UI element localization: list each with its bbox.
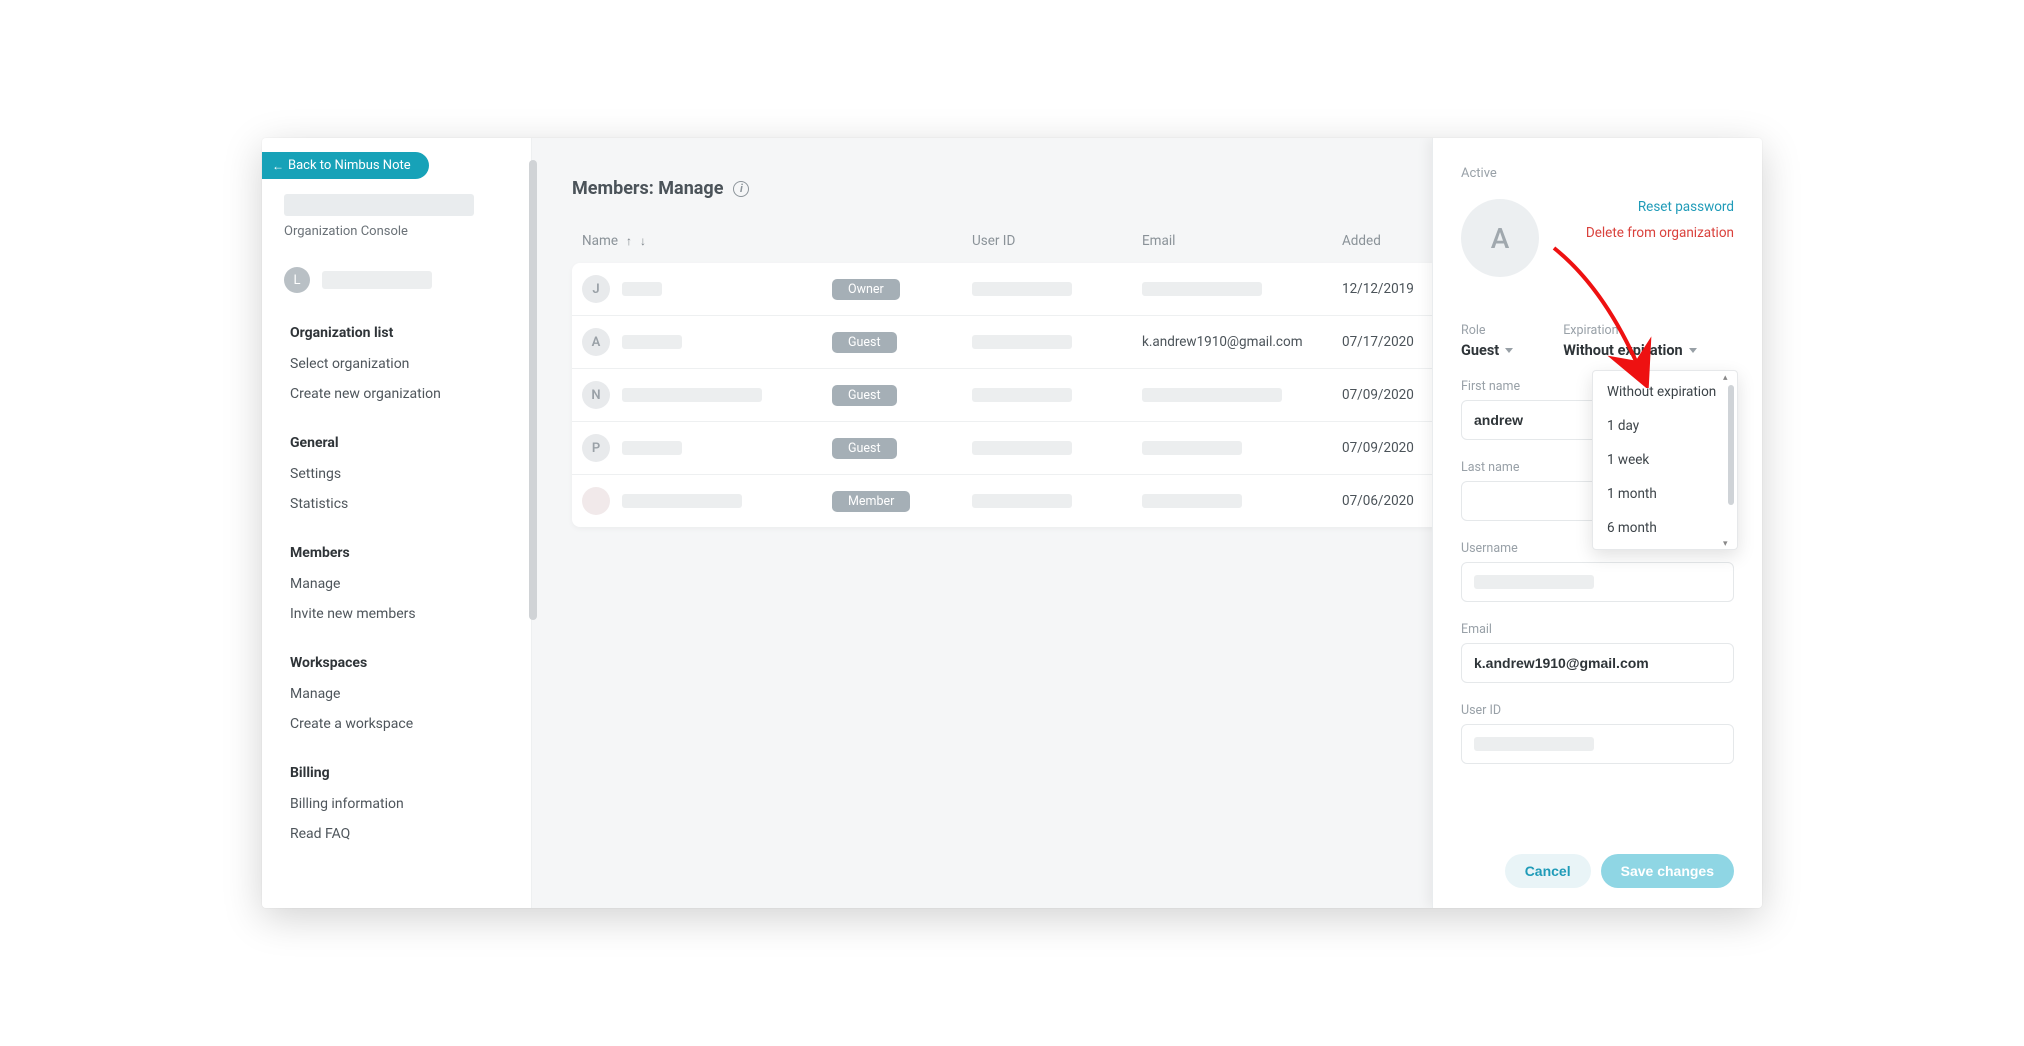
delete-from-org-link[interactable]: Delete from organization bbox=[1586, 225, 1734, 241]
nav-statistics[interactable]: Statistics bbox=[262, 489, 531, 519]
userid-placeholder bbox=[1474, 737, 1594, 751]
role-label: Role bbox=[1461, 323, 1513, 338]
info-icon[interactable]: i bbox=[733, 181, 749, 197]
role-dropdown[interactable]: Guest bbox=[1461, 342, 1513, 359]
expiration-label: Expiration bbox=[1563, 323, 1696, 338]
col-name[interactable]: Name bbox=[582, 233, 618, 249]
row-name-placeholder bbox=[622, 494, 742, 508]
userid-label: User ID bbox=[1461, 703, 1734, 718]
expiration-menu: ▴ Without expiration 1 day 1 week 1 mont… bbox=[1592, 370, 1738, 550]
exp-option-6month[interactable]: 6 month bbox=[1593, 511, 1737, 545]
role-badge: Guest bbox=[832, 438, 897, 459]
org-logo-placeholder bbox=[284, 194, 474, 216]
row-email-placeholder bbox=[1142, 388, 1282, 402]
chevron-down-icon bbox=[1689, 348, 1697, 353]
org-subtitle: Organization Console bbox=[284, 224, 509, 239]
sort-asc-icon[interactable]: ↑ bbox=[626, 234, 632, 248]
back-to-nimbus-button[interactable]: ← Back to Nimbus Note bbox=[262, 152, 429, 179]
role-badge: Member bbox=[832, 491, 910, 512]
username-input[interactable] bbox=[1461, 562, 1734, 602]
org-block: Organization Console bbox=[262, 188, 531, 249]
row-avatar: J bbox=[582, 275, 610, 303]
back-label: Back to Nimbus Note bbox=[288, 158, 411, 173]
row-name-placeholder bbox=[622, 282, 662, 296]
current-user-avatar: L bbox=[284, 267, 310, 293]
exp-option-1week[interactable]: 1 week bbox=[1593, 443, 1737, 477]
row-avatar: P bbox=[582, 434, 610, 462]
group-title-members: Members bbox=[262, 537, 531, 569]
nav-billing-info[interactable]: Billing information bbox=[262, 789, 531, 819]
nav-settings[interactable]: Settings bbox=[262, 459, 531, 489]
email-label: Email bbox=[1461, 622, 1734, 637]
sort-desc-icon[interactable]: ↓ bbox=[640, 234, 646, 248]
row-userid-placeholder bbox=[972, 388, 1072, 402]
menu-scrollbar[interactable] bbox=[1728, 385, 1734, 505]
row-userid-placeholder bbox=[972, 441, 1072, 455]
exp-option-without[interactable]: Without expiration bbox=[1593, 375, 1737, 409]
scroll-up-icon[interactable]: ▴ bbox=[1723, 373, 1733, 381]
save-changes-button[interactable]: Save changes bbox=[1601, 854, 1734, 888]
row-userid-placeholder bbox=[972, 335, 1072, 349]
app-window: ← Back to Nimbus Note Organization Conso… bbox=[262, 138, 1762, 908]
sidebar: Organization Console L Organization list… bbox=[262, 138, 532, 908]
username-placeholder bbox=[1474, 575, 1594, 589]
expiration-dropdown[interactable]: Without expiration bbox=[1563, 342, 1696, 359]
row-name-placeholder bbox=[622, 335, 682, 349]
exp-option-1day[interactable]: 1 day bbox=[1593, 409, 1737, 443]
group-title-workspaces: Workspaces bbox=[262, 647, 531, 679]
row-email: k.andrew1910@gmail.com bbox=[1142, 334, 1332, 350]
role-value: Guest bbox=[1461, 342, 1499, 359]
row-name-placeholder bbox=[622, 441, 682, 455]
expiration-value: Without expiration bbox=[1563, 342, 1682, 359]
row-email-placeholder bbox=[1142, 282, 1262, 296]
role-badge: Owner bbox=[832, 279, 900, 300]
userid-input[interactable] bbox=[1461, 724, 1734, 764]
nav-select-organization[interactable]: Select organization bbox=[262, 349, 531, 379]
exp-option-1month[interactable]: 1 month bbox=[1593, 477, 1737, 511]
row-email-placeholder bbox=[1142, 441, 1242, 455]
nav-members-manage[interactable]: Manage bbox=[262, 569, 531, 599]
role-badge: Guest bbox=[832, 385, 897, 406]
row-email-placeholder bbox=[1142, 494, 1242, 508]
group-title-org-list: Organization list bbox=[262, 317, 531, 349]
panel-avatar: A bbox=[1461, 199, 1539, 277]
col-email[interactable]: Email bbox=[1142, 233, 1332, 249]
row-avatar: A bbox=[582, 328, 610, 356]
cancel-button[interactable]: Cancel bbox=[1505, 854, 1591, 888]
panel-status: Active bbox=[1461, 166, 1734, 181]
current-user-row[interactable]: L bbox=[262, 249, 531, 299]
nav-workspaces-manage[interactable]: Manage bbox=[262, 679, 531, 709]
col-user-id[interactable]: User ID bbox=[972, 233, 1132, 249]
nav-create-organization[interactable]: Create new organization bbox=[262, 379, 531, 409]
reset-password-link[interactable]: Reset password bbox=[1586, 199, 1734, 215]
row-userid-placeholder bbox=[972, 282, 1072, 296]
member-detail-panel: Active A Reset password Delete from orga… bbox=[1432, 138, 1762, 908]
row-name-placeholder bbox=[622, 388, 762, 402]
row-userid-placeholder bbox=[972, 494, 1072, 508]
email-input[interactable] bbox=[1461, 643, 1734, 683]
page-title: Members: Manage bbox=[572, 178, 723, 199]
role-badge: Guest bbox=[832, 332, 897, 353]
scroll-down-icon[interactable]: ▾ bbox=[1723, 539, 1733, 547]
arrow-left-icon: ← bbox=[272, 159, 284, 173]
row-avatar: N bbox=[582, 381, 610, 409]
nav-read-faq[interactable]: Read FAQ bbox=[262, 819, 531, 849]
row-avatar bbox=[582, 487, 610, 515]
nav-invite-members[interactable]: Invite new members bbox=[262, 599, 531, 629]
current-user-name bbox=[322, 271, 432, 289]
chevron-down-icon bbox=[1505, 348, 1513, 353]
group-title-billing: Billing bbox=[262, 757, 531, 789]
group-title-general: General bbox=[262, 427, 531, 459]
nav-create-workspace[interactable]: Create a workspace bbox=[262, 709, 531, 739]
